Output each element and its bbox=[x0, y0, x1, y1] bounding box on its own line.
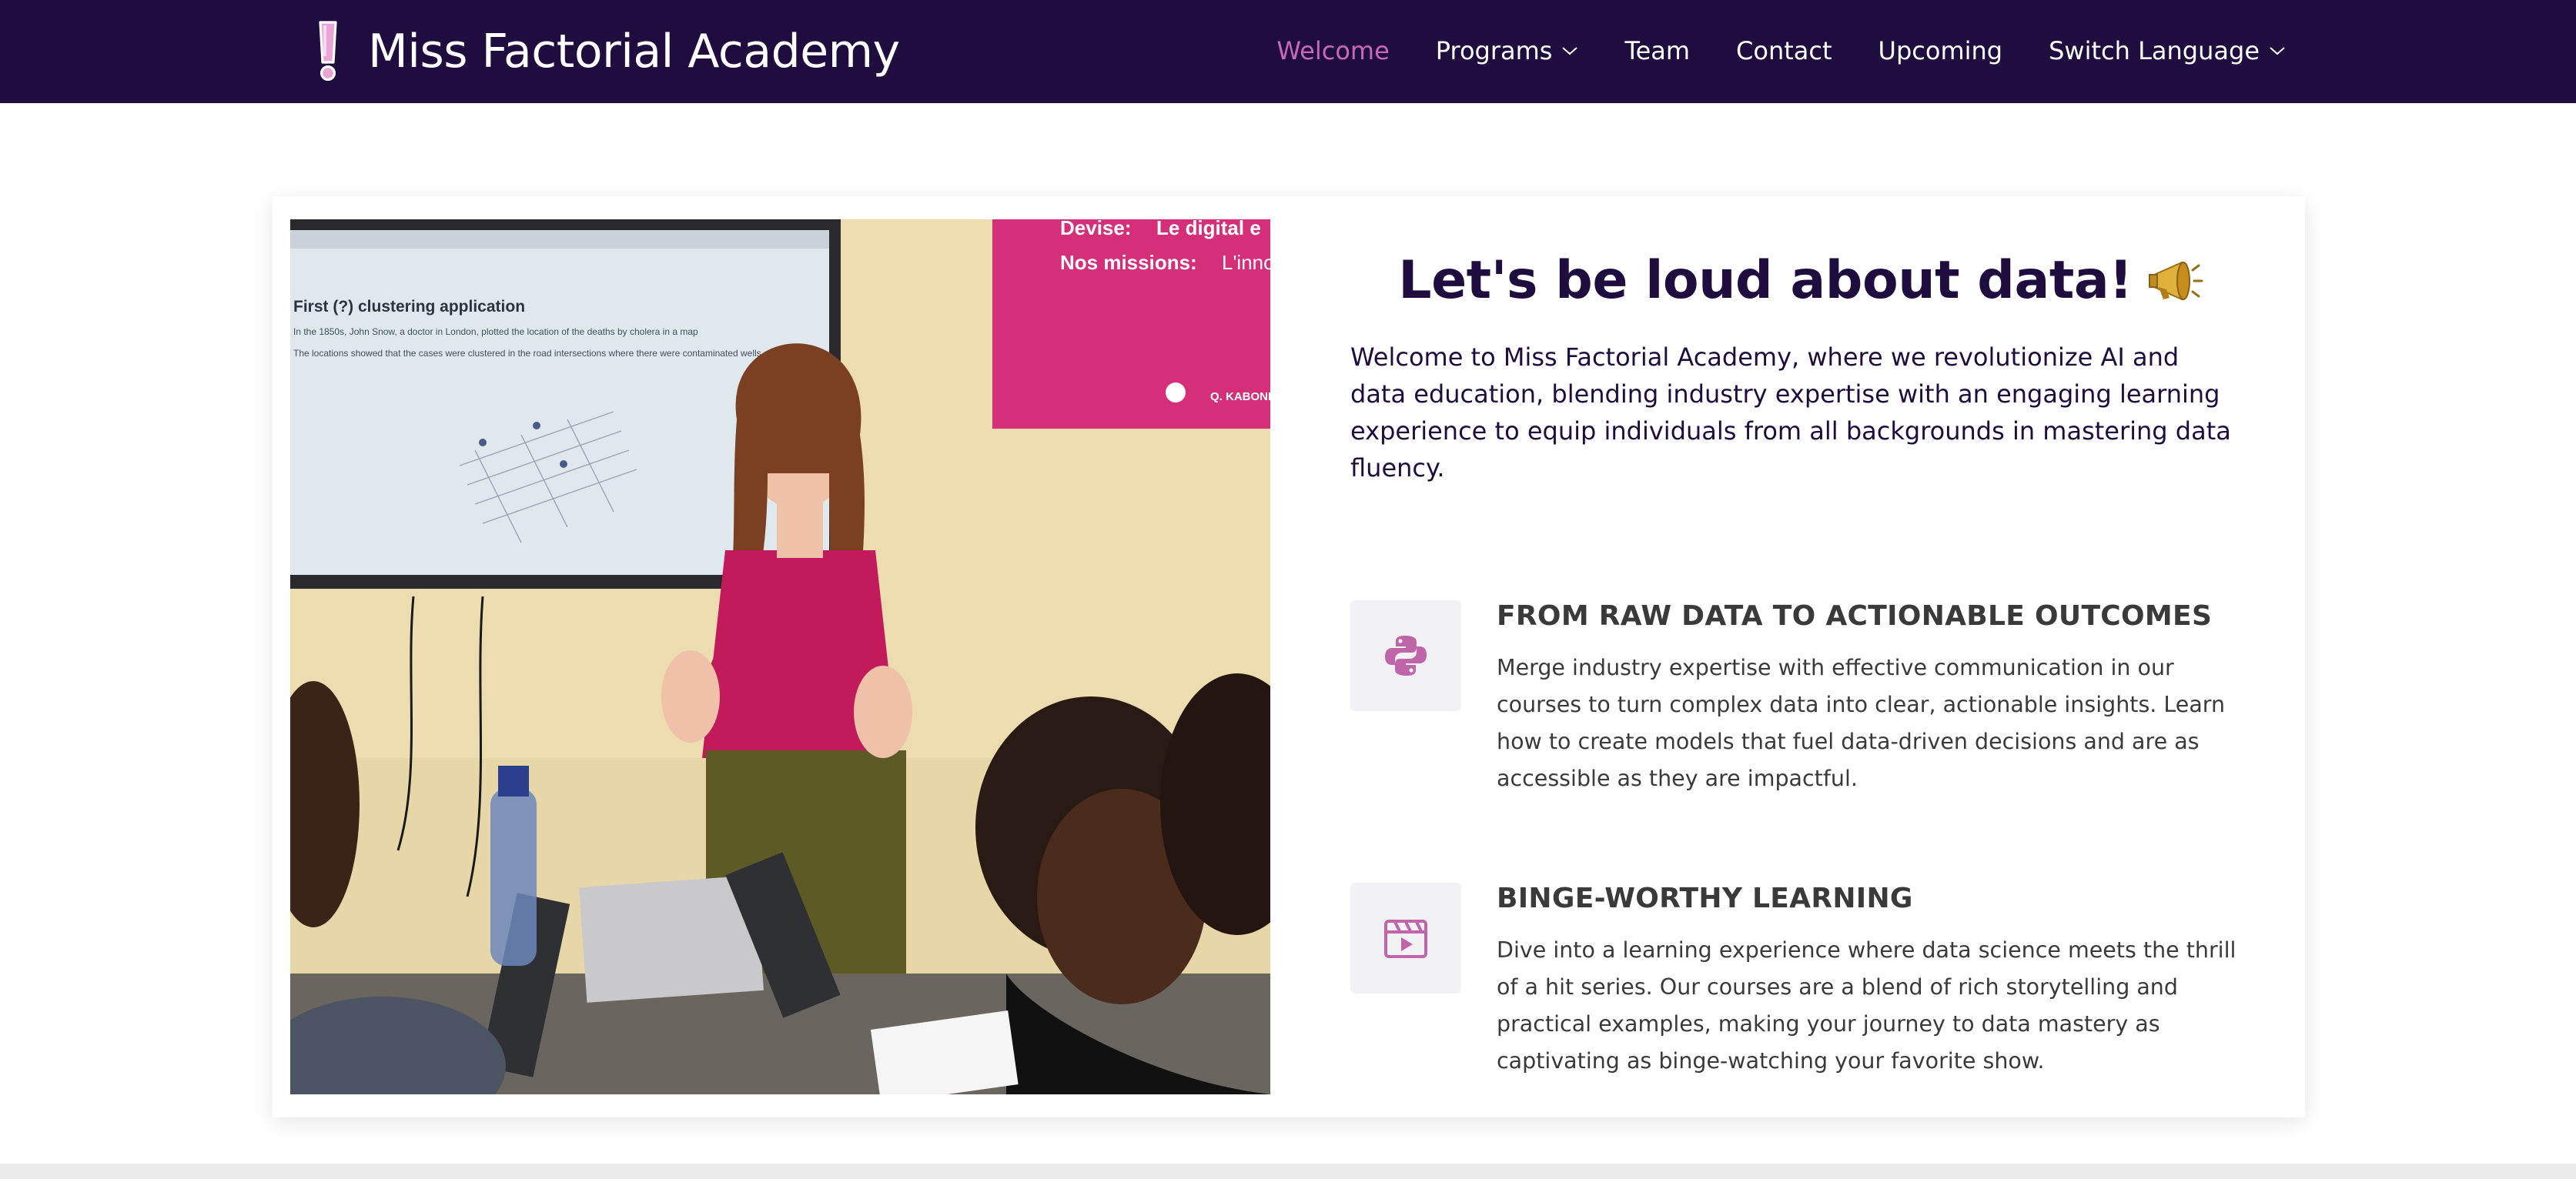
welcome-content: Let's be loud about data! Welcome to Mis… bbox=[1350, 250, 2251, 1074]
screen-bullet: In the 1850s, John Snow, a doctor in Lon… bbox=[293, 326, 698, 337]
classroom-photo: First (?) clustering application In the … bbox=[290, 219, 1270, 1094]
top-navbar: Miss Factorial Academy Welcome Programs … bbox=[0, 0, 2576, 103]
welcome-card: First (?) clustering application In the … bbox=[273, 196, 2305, 1117]
page-title: Let's be loud about data! bbox=[1350, 250, 2251, 311]
main-nav: Welcome Programs Team Contact Upcoming S… bbox=[1276, 28, 2286, 74]
nav-item-label: Team bbox=[1624, 36, 1691, 65]
brand-name: Miss Factorial Academy bbox=[368, 25, 900, 78]
banner-address: Q. KABONDO AVENUE LA bbox=[1210, 390, 1270, 403]
feature-icon-box bbox=[1350, 883, 1461, 994]
brand-home-link[interactable]: Miss Factorial Academy bbox=[311, 17, 900, 86]
banner-label: Nos missions: bbox=[1060, 251, 1197, 274]
footer-strip bbox=[0, 1164, 2576, 1179]
banner-label: Devise: bbox=[1060, 219, 1132, 239]
feature-title: BINGE-WORTHY LEARNING bbox=[1497, 883, 1913, 914]
nav-item-contact[interactable]: Contact bbox=[1736, 36, 1832, 65]
nav-item-label: Upcoming bbox=[1878, 36, 2003, 65]
nav-item-team[interactable]: Team bbox=[1624, 36, 1690, 65]
screen-title: First (?) clustering application bbox=[293, 298, 525, 316]
screen-bullet: The locations showed that the cases were… bbox=[293, 348, 761, 359]
feature-icon-box bbox=[1350, 600, 1461, 711]
nav-item-label: Contact bbox=[1736, 36, 1832, 65]
nav-item-welcome[interactable]: Welcome bbox=[1276, 36, 1389, 65]
feature-description: Dive into a learning experience where da… bbox=[1497, 937, 2236, 1074]
banner-value: L'inno bbox=[1222, 251, 1270, 274]
film-icon bbox=[1384, 920, 1427, 958]
nav-item-label: Switch Language bbox=[2049, 36, 2260, 65]
feature-title: FROM RAW DATA TO ACTIONABLE OUTCOMES bbox=[1497, 600, 2213, 632]
nav-item-upcoming[interactable]: Upcoming bbox=[1878, 36, 2003, 65]
page-title-text: Let's be loud about data! bbox=[1398, 250, 2133, 311]
chevron-down-icon bbox=[1562, 47, 1578, 55]
nav-item-label: Welcome bbox=[1276, 36, 1390, 65]
banner-value: Le digital e bbox=[1156, 219, 1261, 239]
feature-description: Merge industry expertise with effective … bbox=[1497, 655, 2226, 791]
nav-item-switch-language[interactable]: Switch Language bbox=[2049, 36, 2286, 65]
intro-paragraph: Welcome to Miss Factorial Academy, where… bbox=[1350, 342, 2231, 483]
nav-item-label: Programs bbox=[1435, 36, 1553, 65]
nav-item-programs[interactable]: Programs bbox=[1436, 36, 1579, 65]
exclamation-mark-icon bbox=[319, 21, 337, 81]
python-icon bbox=[1385, 636, 1427, 676]
classroom-photo-illustration: First (?) clustering application In the … bbox=[290, 219, 1270, 1094]
chevron-down-icon bbox=[2270, 47, 2285, 55]
megaphone-icon bbox=[2148, 260, 2203, 301]
